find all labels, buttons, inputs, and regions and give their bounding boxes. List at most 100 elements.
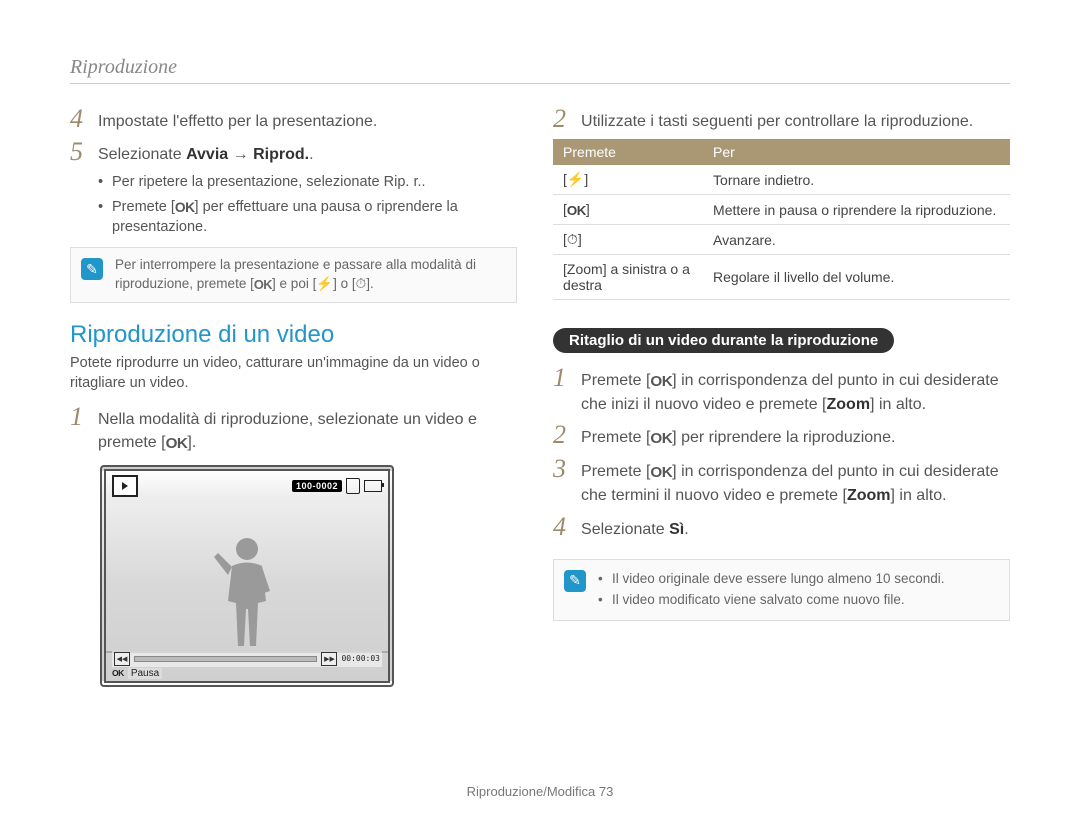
flash-icon: ⚡ <box>567 171 584 187</box>
step-number: 1 <box>553 365 571 416</box>
ok-icon: OK <box>567 203 586 218</box>
val-cell: Mettere in pausa o riprendere la riprodu… <box>703 195 1010 225</box>
text: Premete [ <box>112 199 175 215</box>
step-text: Selezionate Sì. <box>581 514 689 541</box>
text: ] per riprendere la riproduzione. <box>672 429 895 446</box>
key-cell: [⏱] <box>553 225 703 255</box>
note-bullet: Il video modificato viene salvato come n… <box>598 591 944 610</box>
two-column-layout: 4 Impostate l'effetto per la presentazio… <box>70 106 1010 687</box>
note-icon: ✎ <box>81 258 103 280</box>
trim-step-1: 1 Premete [OK] in corrispondenza del pun… <box>553 365 1010 416</box>
bold: Riprod. <box>253 146 309 163</box>
ok-icon: OK <box>166 433 188 455</box>
forward-icon: ▶▶ <box>321 652 337 666</box>
step-text: Premete [OK] in corrispondenza del punto… <box>581 365 1010 416</box>
step-4: 4 Impostate l'effetto per la presentazio… <box>70 106 517 133</box>
val-cell: Avanzare. <box>703 225 1010 255</box>
pausa-label: Pausa <box>128 668 162 679</box>
note-text: Per interrompere la presentazione e pass… <box>115 256 506 294</box>
step-text: Impostate l'effetto per la presentazione… <box>98 106 377 133</box>
timecode: 00:00:03 <box>341 654 380 663</box>
controls-table: Premete Per [⚡] Tornare indietro. [OK] M… <box>553 139 1010 300</box>
step-2: 2 Utilizzate i tasti seguenti per contro… <box>553 106 1010 133</box>
step-text: Utilizzate i tasti seguenti per controll… <box>581 106 973 133</box>
ok-icon: OK <box>175 198 195 217</box>
bullets: Per ripetere la presentazione, seleziona… <box>98 172 517 237</box>
text: ] in alto. <box>891 487 947 504</box>
page-footer: Riproduzione/Modifica 73 <box>0 784 1080 799</box>
bold: Zoom <box>567 261 603 277</box>
trim-step-3: 3 Premete [OK] in corrispondenza del pun… <box>553 456 1010 507</box>
trim-step-2: 2 Premete [OK] per riprendere la riprodu… <box>553 422 1010 450</box>
subsection-pill: Ritaglio di un video durante la riproduz… <box>553 328 894 353</box>
ok-icon: OK <box>254 276 272 294</box>
ok-icon: OK <box>650 462 672 484</box>
ok-icon: OK <box>112 668 124 678</box>
text: Selezionate <box>98 146 186 163</box>
text: ]. <box>366 276 374 291</box>
step-text: Premete [OK] in corrispondenza del punto… <box>581 456 1010 507</box>
step-number: 5 <box>70 139 88 166</box>
step-number: 4 <box>553 514 571 541</box>
key-cell: [OK] <box>553 195 703 225</box>
note-icon: ✎ <box>564 570 586 592</box>
playback-bar: ◀◀ ▶▶ 00:00:03 <box>112 651 382 667</box>
step-text: Selezionate Avvia → Riprod.. <box>98 139 314 166</box>
note-text: Il video originale deve essere lungo alm… <box>598 568 944 612</box>
seek-track <box>134 656 317 662</box>
divider <box>70 83 1010 84</box>
note-box: ✎ Per interrompere la presentazione e pa… <box>70 247 517 303</box>
step-number: 3 <box>553 456 571 507</box>
bold: Rip. r. <box>384 174 422 190</box>
ok-icon: OK <box>650 371 672 393</box>
th-premete: Premete <box>553 139 703 165</box>
step-number: 2 <box>553 106 571 133</box>
step-1: 1 Nella modalità di riproduzione, selezi… <box>70 404 517 455</box>
text: ] o [ <box>333 276 356 291</box>
person-silhouette <box>212 531 282 651</box>
section-subtitle: Potete riprodurre un video, catturare un… <box>70 353 517 394</box>
key-cell: [Zoom] a sinistra o a destra <box>553 255 703 300</box>
right-column: 2 Utilizzate i tasti seguenti per contro… <box>553 106 1010 687</box>
arrow: → <box>228 146 253 163</box>
play-mode-icon <box>112 475 138 497</box>
key-cell: [⚡] <box>553 165 703 195</box>
footer-text: Riproduzione/Modifica <box>467 784 599 799</box>
ok-icon: OK <box>650 428 672 450</box>
note-box: ✎ Il video originale deve essere lungo a… <box>553 559 1010 621</box>
text: ] in alto. <box>870 396 926 413</box>
bold: Sì <box>669 521 684 538</box>
note-bullet: Il video originale deve essere lungo alm… <box>598 570 944 589</box>
table-row: [OK] Mettere in pausa o riprendere la ri… <box>553 195 1010 225</box>
text: . <box>422 174 426 190</box>
step-number: 1 <box>70 404 88 455</box>
timer-icon: ⏱ <box>567 231 578 247</box>
text: ]. <box>187 434 196 451</box>
timer-icon: ⏱ <box>356 276 367 291</box>
flash-icon: ⚡ <box>316 276 333 291</box>
page-number: 73 <box>599 784 613 799</box>
left-column: 4 Impostate l'effetto per la presentazio… <box>70 106 517 687</box>
table-row: [⏱] Avanzare. <box>553 225 1010 255</box>
battery-icon <box>364 480 382 492</box>
text: . <box>309 146 313 163</box>
text: Premete [ <box>581 372 650 389</box>
breadcrumb: Riproduzione <box>70 56 1010 79</box>
bold: Zoom <box>827 396 871 413</box>
bullet: Per ripetere la presentazione, seleziona… <box>98 172 517 192</box>
text: ] e poi [ <box>272 276 316 291</box>
table-row: [⚡] Tornare indietro. <box>553 165 1010 195</box>
text: Premete [ <box>581 429 650 446</box>
table-header-row: Premete Per <box>553 139 1010 165</box>
page: Riproduzione 4 Impostate l'effetto per l… <box>0 0 1080 815</box>
ok-pausa-label: OK Pausa <box>112 668 162 679</box>
step-5: 5 Selezionate Avvia → Riprod.. <box>70 139 517 166</box>
step-number: 2 <box>553 422 571 450</box>
video-preview-illustration: 100-0002 <box>100 465 394 687</box>
bold: Avvia <box>186 146 228 163</box>
step-text: Premete [OK] per riprendere la riproduzi… <box>581 422 895 450</box>
screen-statusbar: 100-0002 <box>106 471 388 501</box>
step-text: Nella modalità di riproduzione, selezion… <box>98 404 517 455</box>
th-per: Per <box>703 139 1010 165</box>
file-counter: 100-0002 <box>292 480 342 492</box>
